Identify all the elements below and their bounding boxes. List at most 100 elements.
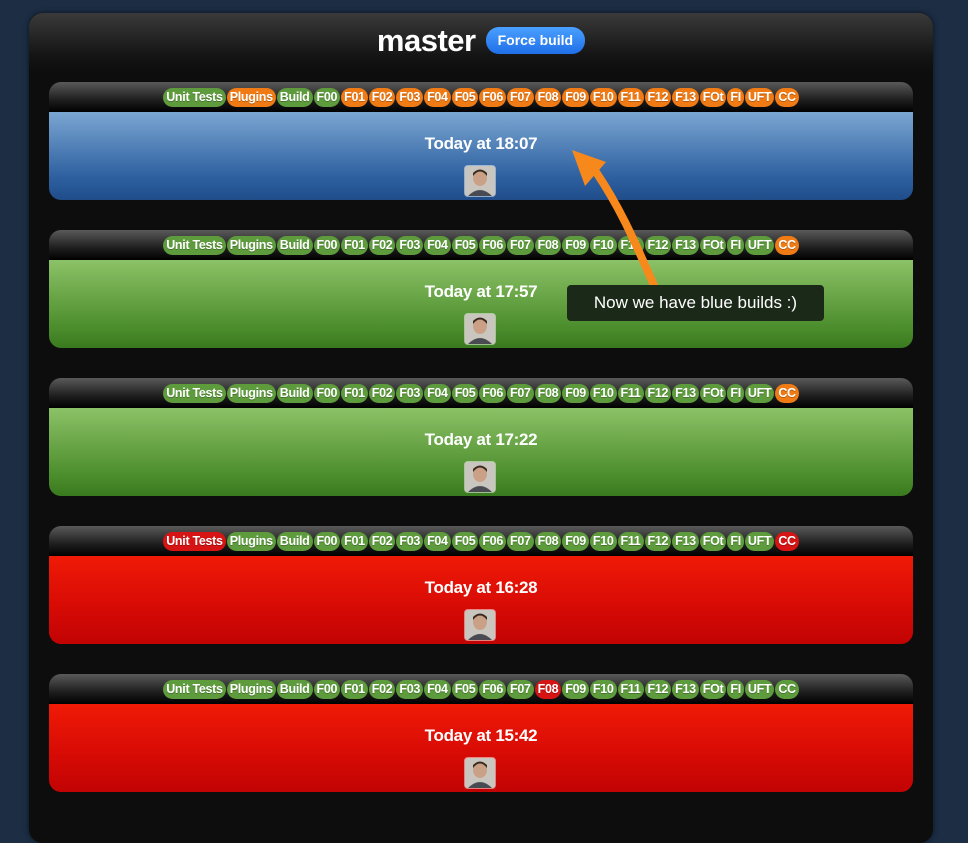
stage-badge[interactable]: F12: [644, 679, 672, 699]
stage-badge[interactable]: FOt: [699, 531, 727, 551]
stage-badge[interactable]: F04: [424, 383, 451, 403]
stage-badge[interactable]: F09: [562, 383, 589, 403]
stage-badge[interactable]: F07: [506, 679, 534, 699]
stage-badge[interactable]: F05: [451, 87, 479, 107]
stage-badge[interactable]: F01: [341, 235, 368, 255]
stage-badge[interactable]: Build: [276, 235, 313, 255]
stage-badge[interactable]: F03: [396, 679, 424, 699]
author-avatar[interactable]: [465, 166, 495, 196]
stage-badge[interactable]: Unit Tests: [163, 87, 226, 107]
stage-badge[interactable]: F13: [672, 679, 699, 699]
build-card[interactable]: Unit Tests Plugins Build F00 F01 F02 F03 F04 F05…: [49, 378, 913, 496]
stage-badge[interactable]: F09: [562, 531, 589, 551]
stage-badge[interactable]: F13: [672, 235, 699, 255]
stage-badge[interactable]: F12: [644, 87, 672, 107]
stage-badge[interactable]: F09: [562, 235, 589, 255]
stage-badge[interactable]: F07: [506, 531, 534, 551]
stage-badge[interactable]: CC: [775, 383, 799, 403]
stage-badge[interactable]: FOt: [699, 679, 727, 699]
build-card[interactable]: Unit Tests Plugins Build F00 F01 F02 F03 F04 F05…: [49, 526, 913, 644]
stage-badge[interactable]: F00: [313, 531, 341, 551]
stage-badge[interactable]: F06: [479, 679, 506, 699]
stage-badge[interactable]: F02: [368, 679, 396, 699]
stage-badge[interactable]: F13: [672, 531, 699, 551]
build-status-body[interactable]: Today at 17:22: [49, 408, 913, 496]
stage-badge[interactable]: F02: [368, 235, 396, 255]
stage-badge[interactable]: UFT: [744, 87, 775, 107]
stage-badge[interactable]: FOt: [699, 383, 727, 403]
stage-badge[interactable]: F10: [589, 235, 617, 255]
stage-badge[interactable]: F10: [589, 531, 617, 551]
author-avatar[interactable]: [465, 610, 495, 640]
stage-badge[interactable]: F07: [506, 383, 534, 403]
stage-badge[interactable]: UFT: [744, 235, 775, 255]
build-status-body[interactable]: Today at 18:07: [49, 112, 913, 200]
stage-badge[interactable]: F11: [617, 87, 644, 107]
stage-badge[interactable]: F05: [451, 383, 479, 403]
stage-badge[interactable]: Unit Tests: [163, 383, 226, 403]
stage-badge[interactable]: F04: [424, 235, 451, 255]
build-status-body[interactable]: Today at 15:42: [49, 704, 913, 792]
stage-badge[interactable]: F01: [341, 383, 368, 403]
stage-badge[interactable]: FI: [727, 679, 744, 699]
author-avatar[interactable]: [465, 758, 495, 788]
stage-badge[interactable]: F08: [534, 383, 562, 403]
stage-badge[interactable]: F00: [313, 235, 341, 255]
stage-badge[interactable]: Build: [276, 87, 313, 107]
stage-badge[interactable]: F03: [396, 87, 424, 107]
stage-badge[interactable]: F03: [396, 383, 424, 403]
stage-badge[interactable]: F00: [313, 679, 341, 699]
stage-badge[interactable]: F01: [341, 531, 368, 551]
stage-badge[interactable]: F08: [534, 679, 562, 699]
stage-badge[interactable]: Plugins: [226, 235, 276, 255]
stage-badge[interactable]: Build: [276, 679, 313, 699]
stage-badge[interactable]: F07: [506, 235, 534, 255]
build-card[interactable]: Unit Tests Plugins Build F00 F01 F02 F03 F04 F05…: [49, 674, 913, 792]
stage-badge[interactable]: F02: [368, 383, 396, 403]
stage-badge[interactable]: F07: [506, 87, 534, 107]
stage-badge[interactable]: UFT: [744, 679, 775, 699]
stage-badge[interactable]: CC: [775, 235, 799, 255]
stage-badge[interactable]: F00: [313, 87, 341, 107]
stage-badge[interactable]: Plugins: [226, 87, 276, 107]
stage-badge[interactable]: F04: [424, 87, 451, 107]
stage-badge[interactable]: F11: [617, 679, 644, 699]
stage-badge[interactable]: Unit Tests: [163, 679, 226, 699]
stage-badge[interactable]: UFT: [744, 531, 775, 551]
author-avatar[interactable]: [465, 462, 495, 492]
author-avatar[interactable]: [465, 314, 495, 344]
stage-badge[interactable]: F10: [589, 87, 617, 107]
stage-badge[interactable]: FI: [727, 235, 744, 255]
stage-badge[interactable]: F10: [589, 679, 617, 699]
stage-badge[interactable]: F11: [617, 383, 644, 403]
stage-badge[interactable]: F03: [396, 531, 424, 551]
stage-badge[interactable]: FI: [727, 383, 744, 403]
stage-badge[interactable]: F11: [617, 235, 644, 255]
stage-badge[interactable]: F09: [562, 87, 589, 107]
stage-badge[interactable]: CC: [775, 679, 799, 699]
stage-badge[interactable]: FOt: [699, 87, 727, 107]
stage-badge[interactable]: F02: [368, 531, 396, 551]
stage-badge[interactable]: Unit Tests: [163, 235, 226, 255]
stage-badge[interactable]: Plugins: [226, 383, 276, 403]
stage-badge[interactable]: Build: [276, 383, 313, 403]
force-build-button[interactable]: Force build: [485, 26, 586, 54]
stage-badge[interactable]: CC: [775, 531, 799, 551]
stage-badge[interactable]: F08: [534, 235, 562, 255]
stage-badge[interactable]: F11: [617, 531, 644, 551]
stage-badge[interactable]: F05: [451, 679, 479, 699]
stage-badge[interactable]: F12: [644, 531, 672, 551]
stage-badge[interactable]: F12: [644, 235, 672, 255]
stage-badge[interactable]: FI: [727, 87, 744, 107]
stage-badge[interactable]: F08: [534, 87, 562, 107]
stage-badge[interactable]: F03: [396, 235, 424, 255]
build-status-body[interactable]: Today at 16:28: [49, 556, 913, 644]
stage-badge[interactable]: F12: [644, 383, 672, 403]
stage-badge[interactable]: F08: [534, 531, 562, 551]
stage-badge[interactable]: CC: [775, 87, 799, 107]
stage-badge[interactable]: Build: [276, 531, 313, 551]
stage-badge[interactable]: Plugins: [226, 679, 276, 699]
stage-badge[interactable]: F04: [424, 531, 451, 551]
stage-badge[interactable]: F09: [562, 679, 589, 699]
stage-badge[interactable]: F05: [451, 235, 479, 255]
